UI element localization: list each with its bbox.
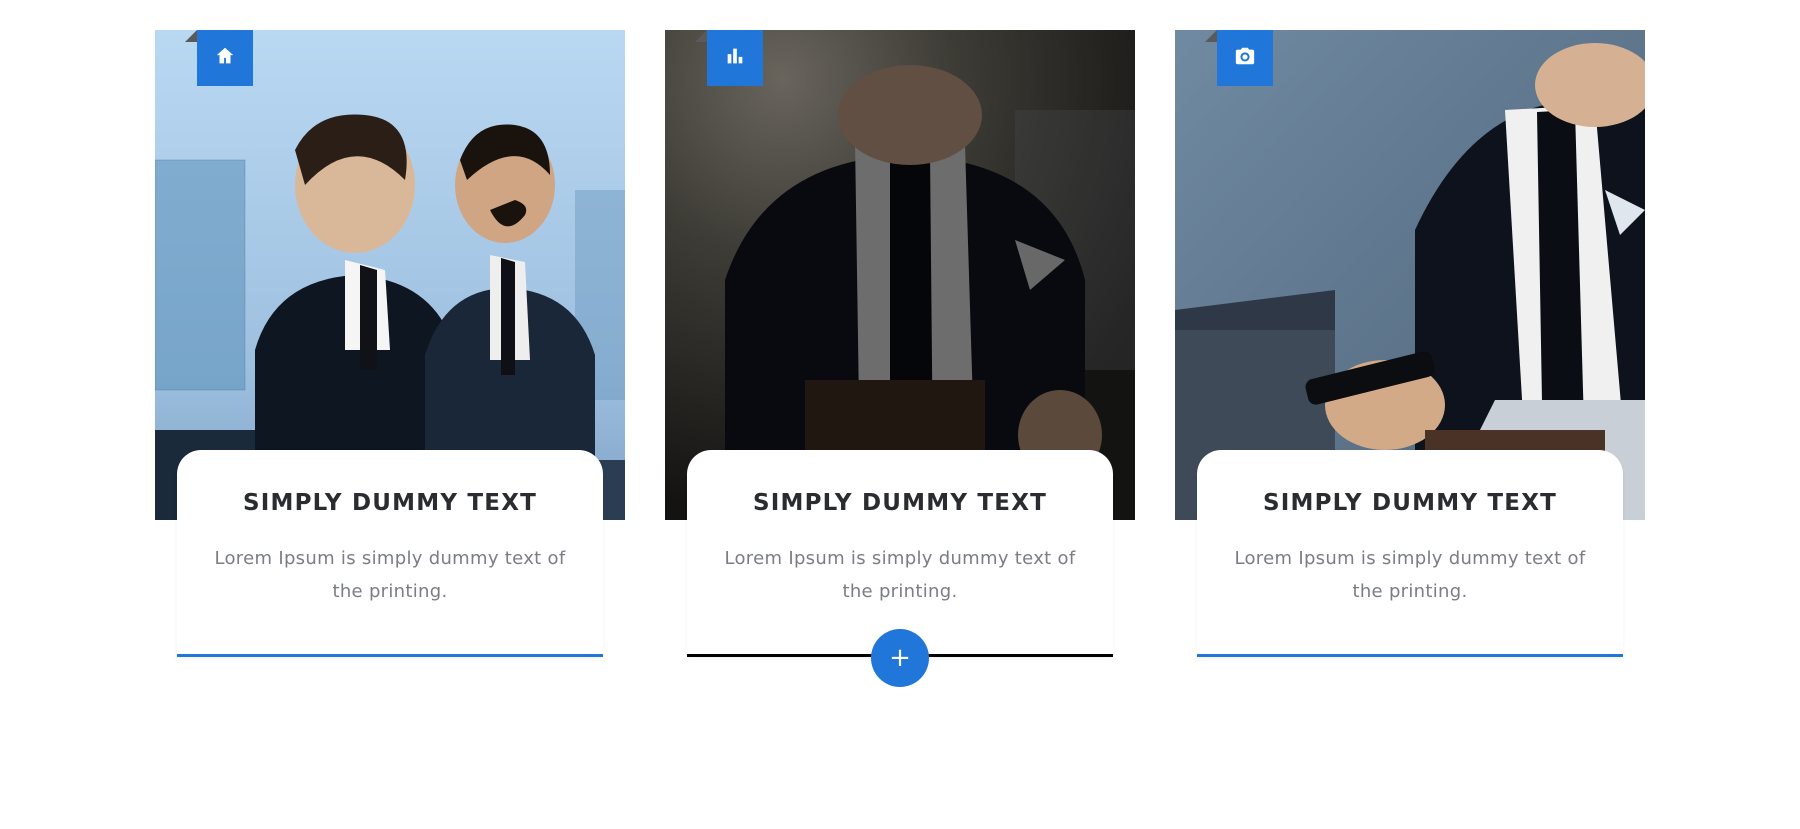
image-overlay	[665, 30, 1135, 520]
badge-wrapper	[185, 30, 253, 86]
badge-notch	[695, 30, 707, 42]
badge-wrapper	[695, 30, 763, 86]
home-icon	[214, 45, 236, 71]
card-title: SIMPLY DUMMY TEXT	[1227, 490, 1593, 516]
badge-notch	[1205, 30, 1217, 42]
badge-notch	[185, 30, 197, 42]
card-description: Lorem Ipsum is simply dummy text of the …	[207, 542, 573, 609]
feature-card[interactable]: SIMPLY DUMMY TEXT Lorem Ipsum is simply …	[665, 30, 1135, 657]
card-content: SIMPLY DUMMY TEXT Lorem Ipsum is simply …	[1197, 450, 1623, 657]
card-content: SIMPLY DUMMY TEXT Lorem Ipsum is simply …	[177, 450, 603, 657]
icon-badge	[707, 30, 763, 86]
card-description: Lorem Ipsum is simply dummy text of the …	[1227, 542, 1593, 609]
card-description: Lorem Ipsum is simply dummy text of the …	[717, 542, 1083, 609]
feature-card[interactable]: SIMPLY DUMMY TEXT Lorem Ipsum is simply …	[1175, 30, 1645, 657]
plus-button[interactable]: +	[871, 629, 929, 687]
icon-badge	[1217, 30, 1273, 86]
chart-icon	[724, 45, 746, 71]
card-image	[665, 30, 1135, 520]
plus-icon: +	[889, 645, 911, 671]
card-image	[155, 30, 625, 520]
camera-icon	[1234, 45, 1256, 71]
cards-row: SIMPLY DUMMY TEXT Lorem Ipsum is simply …	[60, 30, 1740, 657]
card-content: SIMPLY DUMMY TEXT Lorem Ipsum is simply …	[687, 450, 1113, 657]
badge-wrapper	[1205, 30, 1273, 86]
feature-card[interactable]: SIMPLY DUMMY TEXT Lorem Ipsum is simply …	[155, 30, 625, 657]
card-image	[1175, 30, 1645, 520]
icon-badge	[197, 30, 253, 86]
card-title: SIMPLY DUMMY TEXT	[717, 490, 1083, 516]
card-title: SIMPLY DUMMY TEXT	[207, 490, 573, 516]
